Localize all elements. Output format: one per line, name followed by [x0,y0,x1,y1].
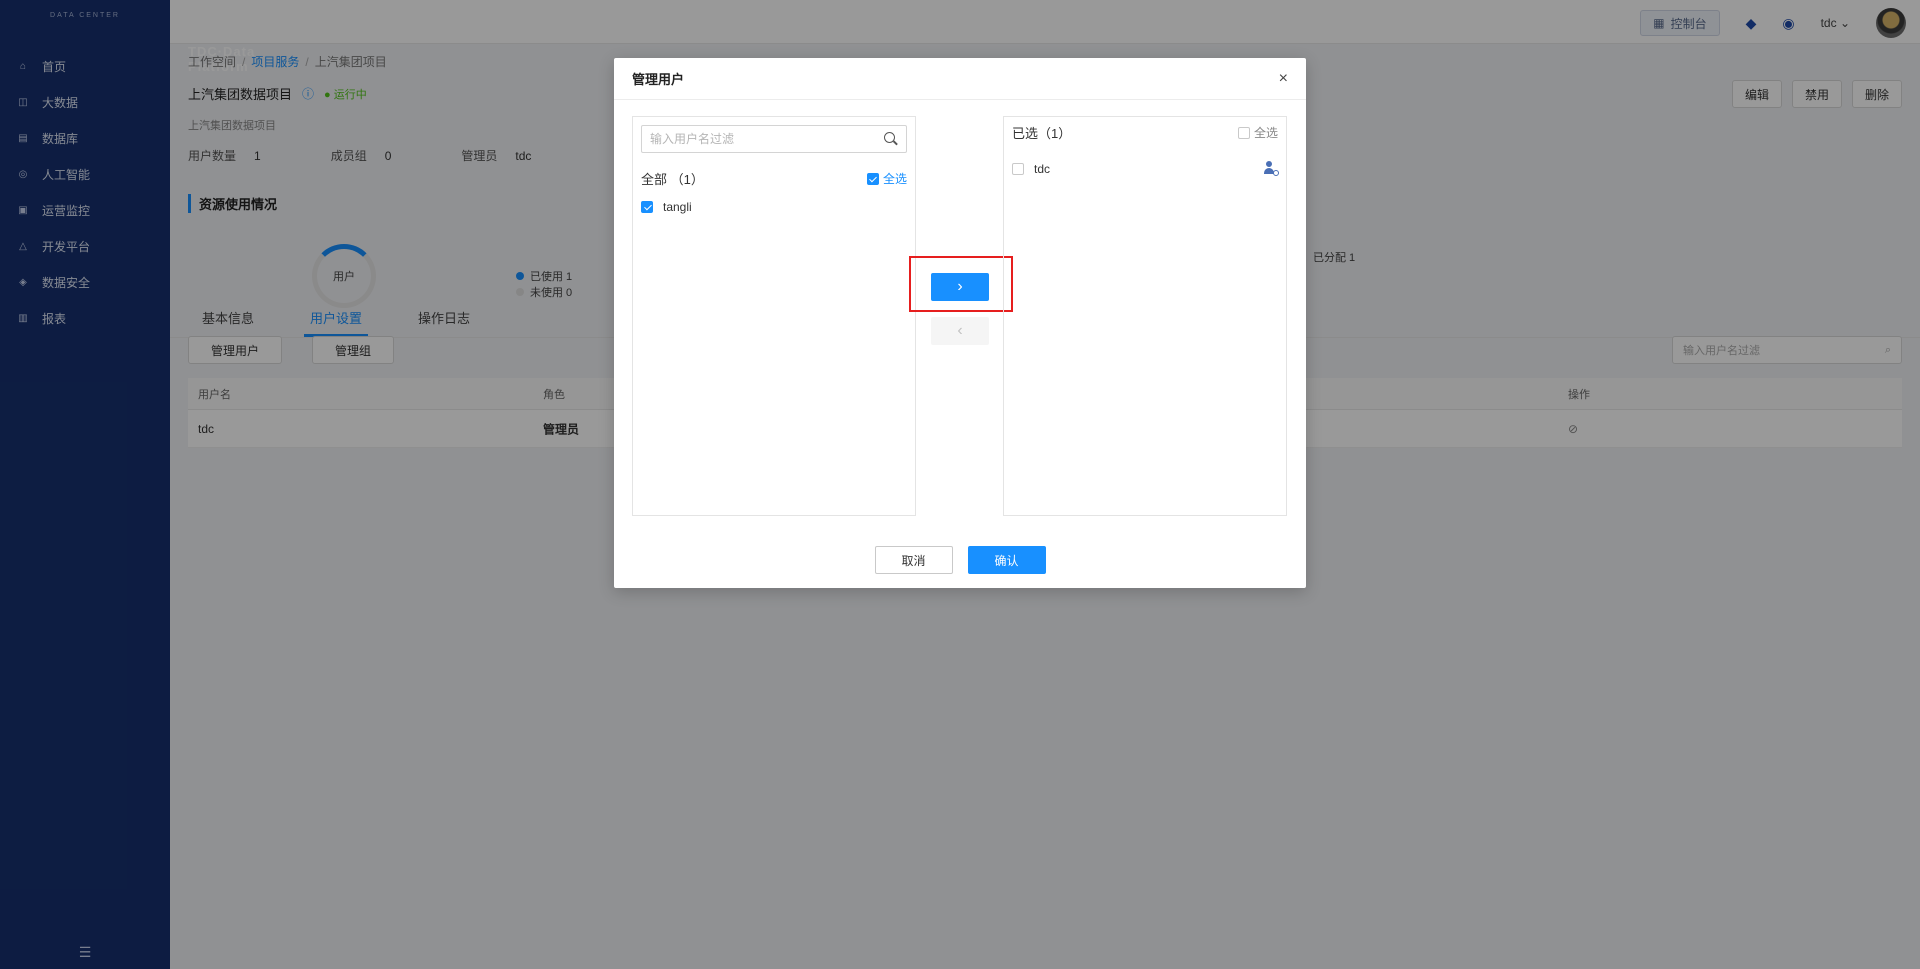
select-all-checkbox[interactable] [866,172,879,185]
move-right-button[interactable]: › [931,273,989,301]
selected-list-header: 已选（1） 全选 [1012,123,1278,142]
search-icon[interactable] [884,132,898,146]
list-item[interactable]: tangli [641,197,907,217]
select-all-label: 全选 [1253,126,1278,140]
user-filter-box [641,125,907,153]
dialog-title: 管理用户 [632,72,685,87]
selected-user-panel: 已选（1） 全选 tdc [1003,116,1287,516]
source-user-panel: 全部 （1） 全选 tangli [632,116,916,516]
source-select-all[interactable]: 全选 [866,170,907,187]
move-left-button[interactable]: ‹ [931,317,989,345]
chevron-left-icon: ‹ [957,322,963,339]
select-all-label: 全选 [882,172,907,186]
user-name: tdc [1034,162,1051,176]
user-name: tangli [663,200,692,214]
user-checkbox[interactable] [641,201,653,213]
user-filter-input[interactable] [650,132,884,146]
list-item[interactable]: tdc [1012,159,1279,179]
user-settings-icon[interactable] [1264,161,1279,176]
dialog-header: 管理用户 × [614,58,1306,100]
cancel-button[interactable]: 取消 [874,546,953,574]
chevron-right-icon: › [957,278,963,295]
dialog-footer: 取消 确认 [614,546,1306,574]
selected-select-all[interactable]: 全选 [1237,124,1278,141]
confirm-button[interactable]: 确认 [967,546,1046,574]
user-checkbox[interactable] [1012,163,1024,175]
manage-users-dialog: 管理用户 × 全部 （1） 全选 tangli › ‹ 已选（1） [614,58,1306,588]
close-icon[interactable]: × [1279,70,1288,88]
select-all-checkbox[interactable] [1237,126,1250,139]
source-list-header: 全部 （1） 全选 [641,169,907,188]
source-list-title: 全部 （1） [641,172,704,187]
selected-list-title: 已选（1） [1012,126,1072,141]
